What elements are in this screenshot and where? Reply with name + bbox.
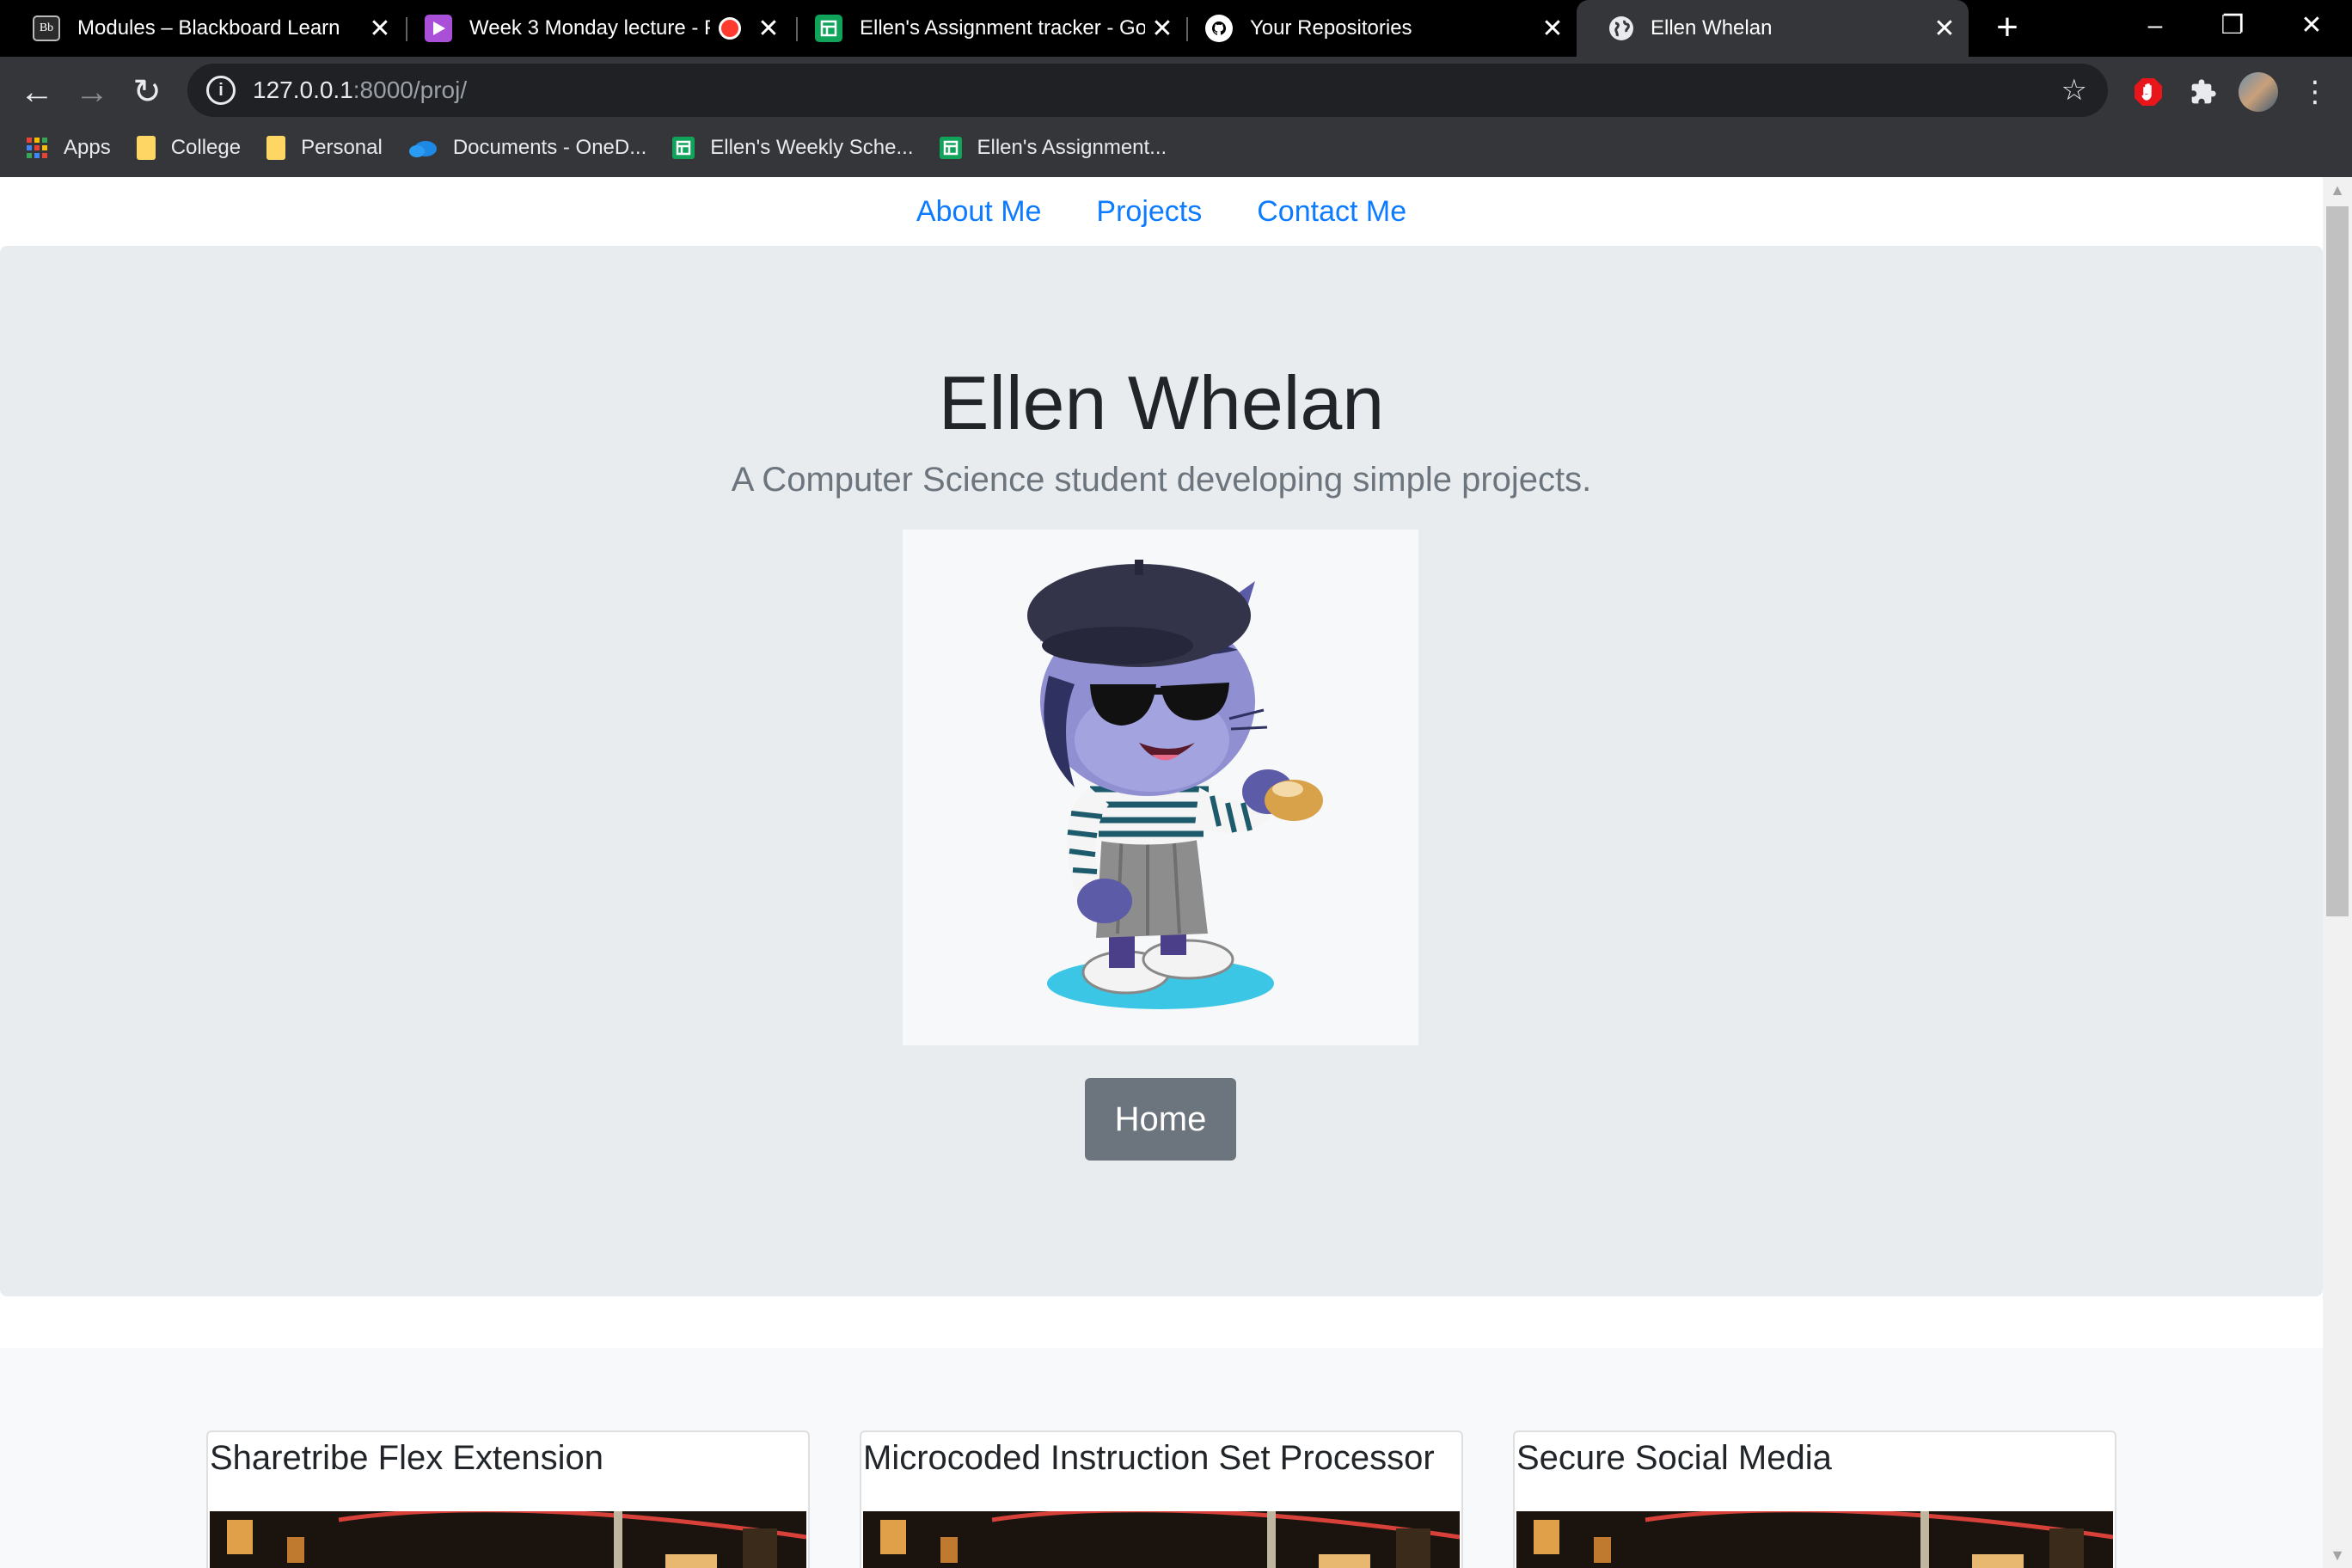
scrollbar-thumb[interactable] (2326, 206, 2349, 916)
tab-title: Ellen's Assignment tracker - Google Shee… (860, 16, 1145, 40)
close-icon[interactable]: ✕ (1535, 14, 1570, 44)
page-viewport: About Me Projects Contact Me Ellen Whela… (0, 177, 2323, 1568)
hero-jumbotron: Ellen Whelan A Computer Science student … (0, 246, 2323, 1296)
card-title: Microcoded Instruction Set Processor (863, 1439, 1435, 1477)
nav-about-me[interactable]: About Me (916, 195, 1042, 229)
hero-title: Ellen Whelan (938, 360, 1385, 445)
sheets-icon (672, 137, 695, 159)
folder-icon (136, 136, 156, 160)
sheets-icon (815, 15, 842, 42)
tab-title: Modules – Blackboard Learn (77, 16, 340, 40)
close-icon[interactable]: ✕ (751, 14, 786, 44)
bookmark-label: Ellen's Weekly Sche... (710, 136, 914, 159)
adblock-icon[interactable] (2128, 72, 2168, 112)
back-button[interactable]: ← (15, 70, 58, 113)
tab-github[interactable]: Your Repositories ✕ (1173, 0, 1577, 57)
bookmark-apps[interactable]: Apps (26, 136, 111, 160)
address-url[interactable]: 127.0.0.1:8000/proj/ (253, 77, 2061, 104)
restore-button[interactable]: ❐ (2194, 0, 2271, 52)
card-title: Sharetribe Flex Extension (210, 1439, 604, 1477)
apps-grid-icon (26, 137, 48, 159)
card-image (863, 1511, 1460, 1568)
nav-projects[interactable]: Projects (1096, 195, 1202, 229)
scroll-down-arrow-icon[interactable]: ▼ (2323, 1542, 2352, 1568)
onedrive-icon (408, 137, 438, 159)
github-icon (1205, 15, 1233, 42)
site-nav: About Me Projects Contact Me (0, 177, 2323, 246)
close-icon[interactable]: ✕ (1927, 14, 1962, 44)
card-title: Secure Social Media (1516, 1439, 1832, 1477)
card-image (1516, 1511, 2113, 1568)
new-tab-button[interactable]: + (1988, 9, 2027, 48)
hero-lead: A Computer Science student developing si… (731, 461, 1592, 499)
reload-button[interactable]: ↻ (126, 70, 168, 113)
recording-icon (719, 17, 741, 40)
tab-title: Your Repositories (1250, 16, 1412, 40)
bookmark-personal[interactable]: Personal (266, 136, 383, 160)
tab-ellen-whelan[interactable]: Ellen Whelan ✕ (1577, 0, 1969, 57)
minimize-button[interactable]: – (2116, 0, 2194, 52)
home-button[interactable]: Home (1085, 1078, 1236, 1161)
tab-assignment-tracker[interactable]: Ellen's Assignment tracker - Google Shee… (782, 0, 1186, 57)
blackboard-icon: Bb (33, 15, 60, 41)
project-card[interactable]: Sharetribe Flex Extension (206, 1430, 810, 1568)
project-card[interactable]: Microcoded Instruction Set Processor (860, 1430, 1463, 1568)
nav-contact-me[interactable]: Contact Me (1257, 195, 1406, 229)
bookmark-weekly-schedule[interactable]: Ellen's Weekly Sche... (672, 136, 914, 160)
menu-kebab-icon[interactable]: ⋮ (2294, 70, 2337, 113)
bookmark-star-icon[interactable]: ☆ (2061, 73, 2087, 107)
bookmark-onedrive[interactable]: Documents - OneD... (408, 136, 646, 160)
close-window-button[interactable]: ✕ (2273, 0, 2350, 52)
bookmark-label: Apps (64, 136, 111, 159)
page-scrollbar[interactable]: ▲ ▼ (2323, 177, 2352, 1568)
bookmark-label: Documents - OneD... (452, 136, 647, 159)
info-icon[interactable]: i (206, 76, 236, 105)
panopto-icon (425, 15, 452, 42)
bookmarks-bar: Apps College Personal Documents - OneD..… (0, 124, 1167, 172)
tab-title: Ellen Whelan (1651, 16, 1773, 40)
globe-icon (1609, 16, 1633, 40)
tab-strip: Bb Modules – Blackboard Learn ✕ Week 3 M… (0, 0, 2352, 57)
browser-toolbar: ← → ↻ i 127.0.0.1:8000/proj/ ☆ ⋮ Apps Co… (0, 57, 2352, 177)
tab-panopto[interactable]: Week 3 Monday lecture - Panopto ✕ (392, 0, 796, 57)
bookmark-label: Ellen's Assignment... (977, 136, 1167, 159)
octocat-avatar-image (903, 530, 1418, 1045)
project-card[interactable]: Secure Social Media (1513, 1430, 2116, 1568)
bookmark-label: Personal (301, 136, 383, 159)
address-bar[interactable]: i 127.0.0.1:8000/proj/ ☆ (187, 64, 2108, 117)
bookmark-college[interactable]: College (136, 136, 242, 160)
sheets-icon (939, 137, 962, 159)
bookmark-label: College (170, 136, 242, 159)
profile-avatar[interactable] (2239, 72, 2278, 112)
card-image (210, 1511, 806, 1568)
folder-icon (266, 136, 286, 160)
tab-title: Week 3 Monday lecture - Panopto (469, 16, 710, 40)
forward-button[interactable]: → (70, 70, 113, 113)
bookmark-assignment[interactable]: Ellen's Assignment... (939, 136, 1167, 160)
extensions-icon[interactable] (2184, 72, 2223, 112)
tab-blackboard[interactable]: Bb Modules – Blackboard Learn ✕ (0, 0, 404, 57)
scroll-up-arrow-icon[interactable]: ▲ (2323, 177, 2352, 203)
